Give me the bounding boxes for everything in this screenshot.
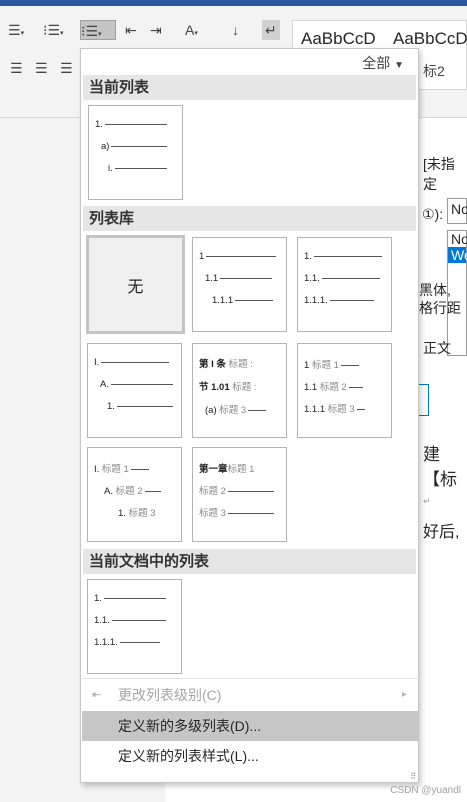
library-tile-article-section[interactable]: 第 I 条 标题 : 节 1.01 标题 : (a) 标题 3 [192,343,287,438]
tile-num: 1.1.1 [304,404,326,415]
tile-num: a) [101,141,110,152]
doc-fragment-10: ↵ [423,496,431,506]
doc-fragment-8: 正文 [423,340,451,356]
tile-text: 标题 2 [199,486,226,497]
tile-num: 1 [199,251,205,262]
tile-num: 第 I 条 [199,359,226,370]
doc-fragment-6: 黑体, [419,282,451,298]
align-right-icon[interactable]: ☰ [60,58,73,78]
tile-num: 1.1.1 [212,295,234,306]
tile-text: 标题 3 [199,508,226,519]
tile-num: (a) [205,405,217,416]
style-sample-no-spacing[interactable]: AaBbCcD [393,29,467,49]
doc-fragment-5: We [448,247,467,263]
menu-separator [82,678,419,679]
tile-num: 1.1. [94,615,110,626]
define-list-style-item[interactable]: 定义新的列表样式(L)... [82,741,419,771]
decrease-indent-icon[interactable]: ⇤ [125,20,137,40]
tile-text: 标题 : [232,382,257,393]
chinese-layout-icon[interactable]: A▾ [185,20,198,40]
change-level-icon: ⇤ [92,689,102,701]
current-list-tile[interactable]: 1. a) i. [88,105,183,200]
none-label: 无 [127,278,144,296]
style-sample-normal[interactable]: AaBbCcD [301,29,376,49]
section-current-list: 当前列表 [83,75,416,100]
tile-num: 1.1 [205,273,219,284]
tile-num: 节 1.01 [199,382,230,393]
multilevel-list-icon[interactable]: ⁝☰▾ [80,20,116,40]
resize-grip-icon[interactable]: ⠿ [410,772,416,781]
tile-num: A. [104,486,113,497]
filter-label: 全部 [362,55,391,71]
tile-num: i. [108,163,113,174]
align-center-icon[interactable]: ☰ [35,58,48,78]
tile-num: I. [94,357,100,368]
doc-fragment-2: ①): [422,206,444,222]
tile-text: 标题 3 [128,508,156,519]
tile-num: 1. [107,401,115,412]
tile-num: A. [100,379,109,390]
tile-num: 1. [94,593,102,604]
increase-indent-icon[interactable]: ⇥ [150,20,162,40]
doc-button-edge [419,384,429,416]
tile-text: 标题 3 [219,405,247,416]
change-list-level-item[interactable]: ⇤ 更改列表级别(C) ▸ [82,680,419,710]
tile-num: 1.1.1. [94,637,118,648]
numbering-icon[interactable]: ⁝☰▾ [43,20,64,40]
doc-fragment-1: [未指定 [423,156,455,192]
library-tile-numeric-dotted[interactable]: 1. 1.1. 1.1.1. [297,237,392,332]
section-document-lists: 当前文档中的列表 [83,549,416,574]
tile-num: 1 [304,360,310,371]
tile-text: 标题 2 [115,486,143,497]
define-list-style-label: 定义新的列表样式(L)... [118,748,259,764]
style-name-label: 标2 [423,63,445,79]
doc-fragment-11: 好后, [423,524,460,541]
tile-num: 1.1. [304,273,320,284]
multilevel-list-dropdown: 全部 ▼ 当前列表 1. a) i. 列表库 无 1 1.1 1.1.1 1. … [80,48,419,783]
tile-text: 标题 1 [101,464,129,475]
library-tile-numeric[interactable]: 1 1.1 1.1.1 [192,237,287,332]
filter-dropdown[interactable]: 全部 ▼ [362,53,404,73]
change-list-level-label: 更改列表级别(C) [118,687,222,703]
tile-num: 1. [304,251,312,262]
doc-fragment-7: 格行距 [419,300,461,316]
submenu-arrow-icon: ▸ [401,689,407,700]
tile-text: 标题 2 [319,382,347,393]
library-tile-chapter[interactable]: 第一章标题 1 标题 2 标题 3 [192,447,287,542]
tile-num: 1.1.1. [304,295,328,306]
document-list-tile[interactable]: 1. 1.1. 1.1.1. [87,579,182,674]
doc-fragment-9: 建【标 [423,445,457,489]
define-multilevel-list-item[interactable]: 定义新的多级列表(D)... [82,711,419,741]
section-list-library: 列表库 [83,206,416,231]
doc-fragment-3: No [447,198,467,224]
library-tile-roman[interactable]: I. A. 1. [87,343,182,438]
tile-text: 标题 1 [311,360,339,371]
watermark: CSDN @yuandl [390,785,461,796]
doc-fragment-4: No [451,231,467,247]
bullets-icon[interactable]: ☰▾ [8,20,24,40]
align-left-icon[interactable]: ☰ [10,58,23,78]
tile-num: 第一章 [199,464,228,475]
library-tile-heading-numeric[interactable]: 1 标题 1 1.1 标题 2 1.1.1 标题 3 [297,343,392,438]
tile-text: 标题 3 [327,404,355,415]
tile-num: 1. [95,119,103,130]
library-tile-none[interactable]: 无 [86,235,185,334]
tile-num: 1. [118,508,126,519]
show-marks-icon[interactable]: ↵ [262,20,280,40]
tile-num: 1.1 [304,382,318,393]
tile-text: 标题 1 [227,464,255,475]
sort-icon[interactable]: ↓ [232,20,239,40]
tile-num: I. [94,464,100,475]
library-tile-heading-roman[interactable]: I. 标题 1 A. 标题 2 1. 标题 3 [87,447,182,542]
chevron-down-icon: ▼ [394,60,404,71]
tile-text: 标题 : [228,359,253,370]
define-multilevel-list-label: 定义新的多级列表(D)... [118,718,262,734]
